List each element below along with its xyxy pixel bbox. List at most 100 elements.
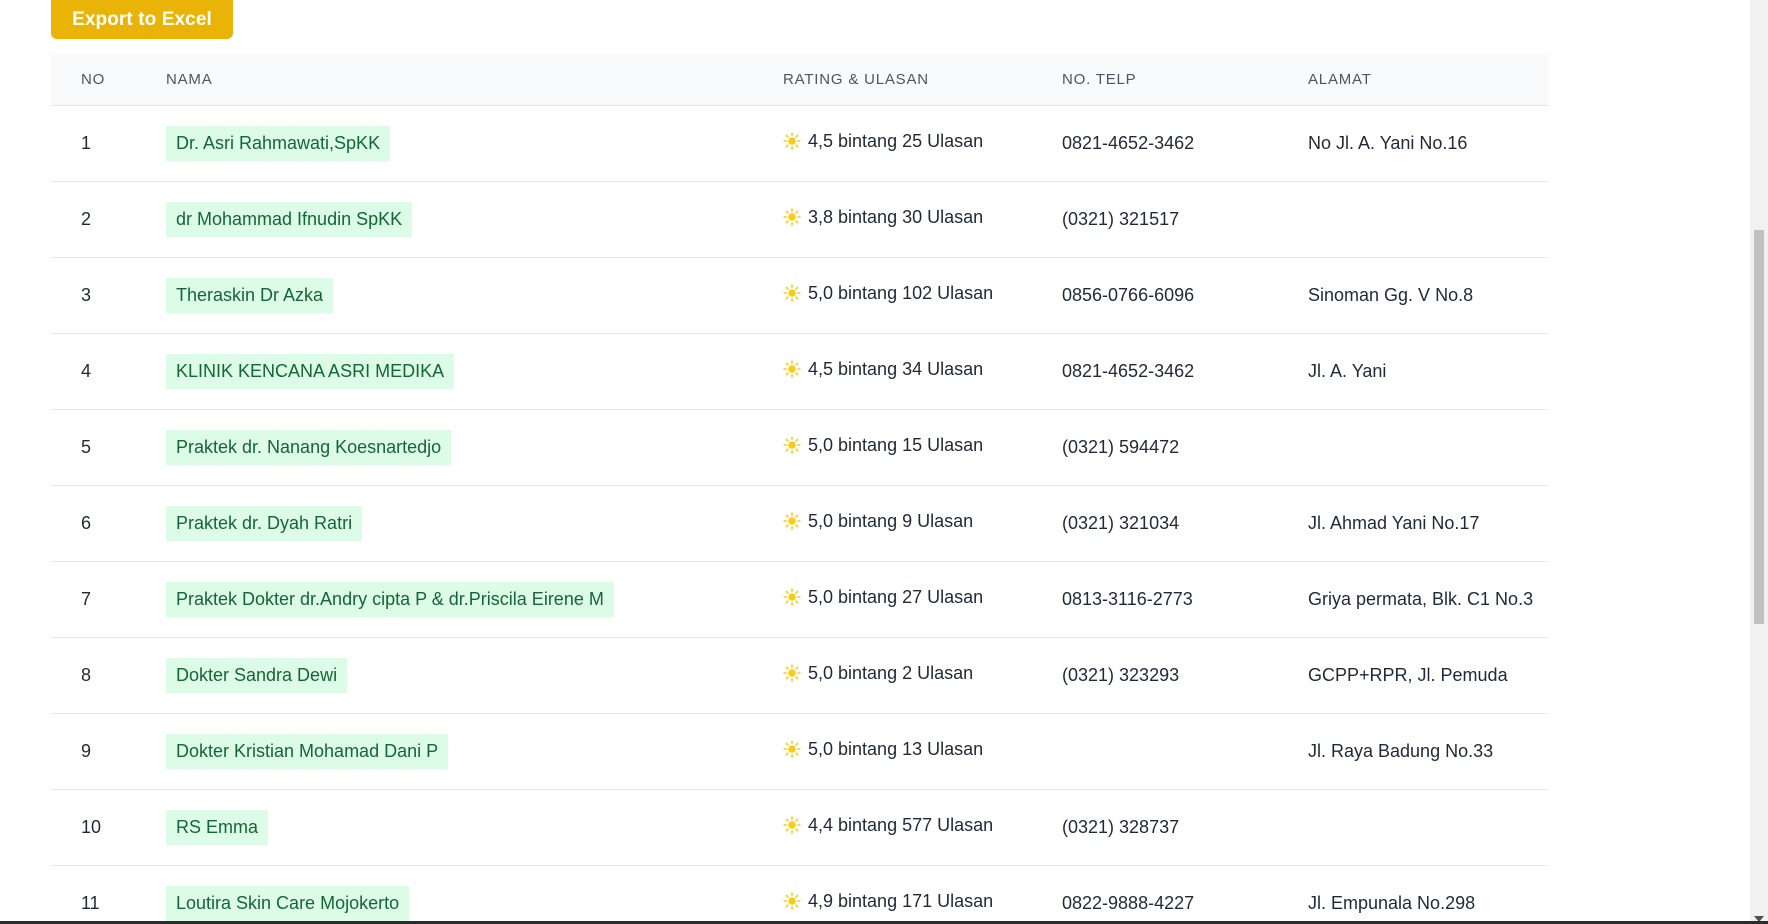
page: Export to Excel NO NAMA RATING & ULASAN … <box>0 0 1768 924</box>
cell-no: 2 <box>81 208 92 229</box>
rating-text: 4,4 bintang 577 Ulasan <box>808 814 994 835</box>
table-row[interactable]: 8 Dokter Sandra Dewi 5,0 bintang 2 Ulasan (… <box>51 637 1548 713</box>
cell-alamat: Griya permata, Blk. C1 No.3 <box>1308 588 1534 609</box>
sun-icon <box>783 816 801 834</box>
cell-telp: (0321) 323293 <box>1062 664 1180 685</box>
cell-no: 8 <box>81 664 92 685</box>
column-header-nama[interactable]: NAMA <box>166 54 783 106</box>
cell-rating: 5,0 bintang 9 Ulasan <box>783 485 1062 561</box>
sun-icon <box>783 284 801 302</box>
sun-icon <box>783 436 801 454</box>
table-row[interactable]: 11 Loutira Skin Care Mojokerto 4,9 bintang… <box>51 865 1548 924</box>
column-header-rating[interactable]: RATING & ULASAN <box>783 54 1062 106</box>
cell-telp: 0821-4652-3462 <box>1062 132 1195 153</box>
rating-text: 5,0 bintang 13 Ulasan <box>808 738 984 759</box>
table-row[interactable]: 6 Praktek dr. Dyah Ratri 5,0 bintang 9 Ula… <box>51 485 1548 561</box>
cell-telp: (0321) 328737 <box>1062 816 1180 837</box>
rating-group: 4,4 bintang 577 Ulasan <box>783 815 993 836</box>
sun-icon <box>783 664 801 682</box>
name-badge[interactable]: Dr. Asri Rahmawati,SpKK <box>166 125 391 161</box>
cell-alamat: Jl. A. Yani <box>1308 360 1387 381</box>
name-badge[interactable]: Dokter Kristian Mohamad Dani P <box>166 733 449 769</box>
cell-no: 1 <box>81 132 92 153</box>
name-badge[interactable]: Praktek dr. Nanang Koesnartedjo <box>166 429 452 465</box>
column-header-telp[interactable]: NO. TELP <box>1062 54 1308 106</box>
cell-alamat: No Jl. A. Yani No.16 <box>1308 132 1468 153</box>
rating-group: 4,5 bintang 34 Ulasan <box>783 359 983 380</box>
cell-rating: 4,4 bintang 577 Ulasan <box>783 789 1062 865</box>
name-badge[interactable]: Dokter Sandra Dewi <box>166 657 348 693</box>
cell-no: 10 <box>81 816 102 837</box>
cell-no: 7 <box>81 588 92 609</box>
cell-nama: Loutira Skin Care Mojokerto <box>166 865 783 924</box>
table-row[interactable]: 10 RS Emma 4,4 bintang 577 Ulasan (0321) 32… <box>51 789 1548 865</box>
table-row[interactable]: 1 Dr. Asri Rahmawati,SpKK 4,5 bintang 25 U… <box>51 105 1548 181</box>
cell-telp: 0813-3116-2773 <box>1062 588 1193 609</box>
rating-text: 5,0 bintang 15 Ulasan <box>808 434 984 455</box>
cell-telp: 0856-0766-6096 <box>1062 284 1195 305</box>
cell-telp: (0321) 594472 <box>1062 436 1180 457</box>
cell-telp: (0321) 321517 <box>1062 208 1180 229</box>
rating-group: 5,0 bintang 13 Ulasan <box>783 739 983 760</box>
cell-no: 11 <box>81 892 100 913</box>
column-header-no[interactable]: NO <box>51 54 166 106</box>
scrollbar-thumb[interactable] <box>1754 230 1764 624</box>
cell-telp: 0822-9888-4227 <box>1062 892 1195 913</box>
table-row[interactable]: 9 Dokter Kristian Mohamad Dani P 5,0 binta… <box>51 713 1548 789</box>
cell-rating: 4,5 bintang 25 Ulasan <box>783 105 1062 181</box>
rating-group: 5,0 bintang 2 Ulasan <box>783 663 973 684</box>
column-header-alamat[interactable]: ALAMAT <box>1308 54 1548 106</box>
rating-text: 5,0 bintang 9 Ulasan <box>808 510 974 531</box>
cell-rating: 5,0 bintang 15 Ulasan <box>783 409 1062 485</box>
sun-icon <box>783 132 801 150</box>
sun-icon <box>783 360 801 378</box>
clinic-table-container: NO NAMA RATING & ULASAN NO. TELP ALAMAT … <box>51 54 1548 924</box>
vertical-scrollbar[interactable] <box>1750 0 1768 924</box>
rating-text: 4,5 bintang 34 Ulasan <box>808 358 984 379</box>
cell-nama: Dokter Sandra Dewi <box>166 637 783 713</box>
cell-nama: dr Mohammad Ifnudin SpKK <box>166 181 783 257</box>
rating-text: 5,0 bintang 27 Ulasan <box>808 586 984 607</box>
cell-alamat <box>1308 789 1548 865</box>
name-badge[interactable]: RS Emma <box>166 809 269 845</box>
cell-alamat: Jl. Raya Badung No.33 <box>1308 740 1494 761</box>
rating-text: 4,5 bintang 25 Ulasan <box>808 130 984 151</box>
cell-nama: Praktek dr. Nanang Koesnartedjo <box>166 409 783 485</box>
table-row[interactable]: 3 Theraskin Dr Azka 5,0 bintang 102 Ulasan… <box>51 257 1548 333</box>
rating-text: 5,0 bintang 102 Ulasan <box>808 282 994 303</box>
sun-icon <box>783 740 801 758</box>
cell-rating: 5,0 bintang 102 Ulasan <box>783 257 1062 333</box>
table-row[interactable]: 2 dr Mohammad Ifnudin SpKK 3,8 bintang 30 … <box>51 181 1548 257</box>
cell-telp <box>1062 713 1308 789</box>
cell-no: 5 <box>81 436 92 457</box>
export-to-excel-button[interactable]: Export to Excel <box>51 0 233 39</box>
cell-alamat: Sinoman Gg. V No.8 <box>1308 284 1474 305</box>
table-header: NO NAMA RATING & ULASAN NO. TELP ALAMAT <box>51 54 1548 106</box>
cell-alamat <box>1308 181 1548 257</box>
name-badge[interactable]: Praktek dr. Dyah Ratri <box>166 505 363 541</box>
name-badge[interactable]: dr Mohammad Ifnudin SpKK <box>166 201 413 237</box>
cell-telp: 0821-4652-3462 <box>1062 360 1195 381</box>
cell-rating: 4,9 bintang 171 Ulasan <box>783 865 1062 924</box>
cell-no: 4 <box>81 360 92 381</box>
clinic-table: NO NAMA RATING & ULASAN NO. TELP ALAMAT … <box>51 54 1548 924</box>
table-row[interactable]: 4 KLINIK KENCANA ASRI MEDIKA 4,5 bintang 3… <box>51 333 1548 409</box>
cell-no: 6 <box>81 512 92 533</box>
cell-rating: 5,0 bintang 2 Ulasan <box>783 637 1062 713</box>
table-body: 1 Dr. Asri Rahmawati,SpKK 4,5 bintang 25 U… <box>51 105 1548 924</box>
name-badge[interactable]: Theraskin Dr Azka <box>166 277 334 313</box>
table-header-row: NO NAMA RATING & ULASAN NO. TELP ALAMAT <box>51 54 1548 106</box>
rating-group: 5,0 bintang 15 Ulasan <box>783 435 983 456</box>
name-badge[interactable]: Loutira Skin Care Mojokerto <box>166 885 410 921</box>
table-row[interactable]: 7 Praktek Dokter dr.Andry cipta P & dr.Pr… <box>51 561 1548 637</box>
cell-nama: Theraskin Dr Azka <box>166 257 783 333</box>
rating-group: 5,0 bintang 9 Ulasan <box>783 511 973 532</box>
rating-group: 4,5 bintang 25 Ulasan <box>783 131 983 152</box>
name-badge[interactable]: KLINIK KENCANA ASRI MEDIKA <box>166 353 455 389</box>
sun-icon <box>783 208 801 226</box>
rating-text: 4,9 bintang 171 Ulasan <box>808 890 994 911</box>
table-row[interactable]: 5 Praktek dr. Nanang Koesnartedjo 5,0 bint… <box>51 409 1548 485</box>
rating-text: 5,0 bintang 2 Ulasan <box>808 662 974 683</box>
cell-rating: 5,0 bintang 13 Ulasan <box>783 713 1062 789</box>
name-badge[interactable]: Praktek Dokter dr.Andry cipta P & dr.Pri… <box>166 581 614 617</box>
